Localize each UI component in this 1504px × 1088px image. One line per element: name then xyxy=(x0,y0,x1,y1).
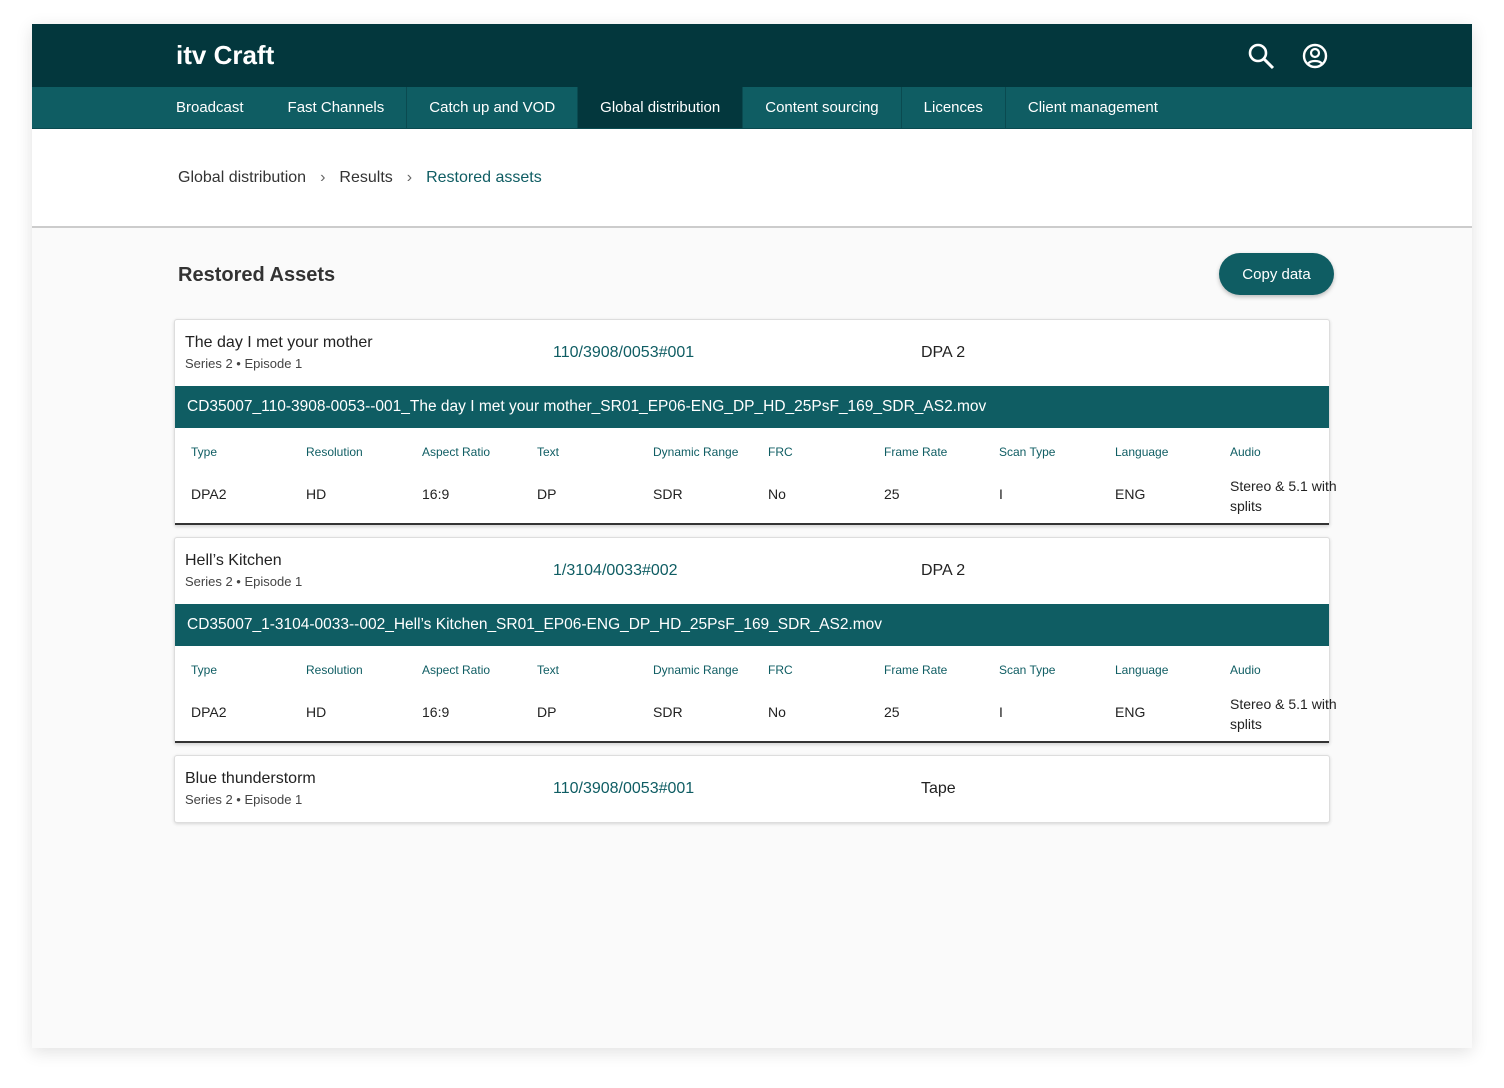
detail-label: Language xyxy=(1115,663,1169,677)
detail-value: No xyxy=(768,486,786,502)
main-nav: Broadcast Fast Channels Catch up and VOD… xyxy=(32,87,1472,129)
detail-value: I xyxy=(999,704,1003,720)
detail-label: Dynamic Range xyxy=(653,445,739,459)
detail-label: Scan Type xyxy=(999,445,1056,459)
detail-label: Type xyxy=(191,663,218,677)
itv-craft-logo[interactable]: itv Craft xyxy=(176,40,274,71)
asset-series-episode: Series 2 • Episode 1 xyxy=(185,356,303,371)
detail-value: 16:9 xyxy=(422,704,450,720)
detail-label: Audio xyxy=(1230,445,1261,459)
asset-format: DPA 2 xyxy=(921,562,966,579)
asset-title: Hell’s Kitchen xyxy=(185,552,282,569)
asset-card: Blue thunderstorm Series 2 • Episode 1 1… xyxy=(174,755,1330,823)
asset-summary[interactable]: Hell’s Kitchen Series 2 • Episode 1 1/31… xyxy=(175,538,1329,604)
nav-licences[interactable]: Licences xyxy=(902,87,1006,128)
app-frame: itv Craft Broadcast Fast Channels Catch … xyxy=(32,24,1472,1048)
nav-content-sourcing[interactable]: Content sourcing xyxy=(743,87,902,128)
detail-value: ENG xyxy=(1115,486,1146,502)
asset-reference[interactable]: 110/3908/0053#001 xyxy=(553,344,694,362)
asset-details: Type DPA2 Resolution HD Aspect Ratio 16:9 Text… xyxy=(175,646,1337,743)
detail-label: FRC xyxy=(768,445,793,459)
asset-summary[interactable]: Blue thunderstorm Series 2 • Episode 1 1… xyxy=(175,756,1329,822)
detail-label: Scan Type xyxy=(999,663,1056,677)
nav-client-management[interactable]: Client management xyxy=(1006,87,1180,128)
asset-format: Tape xyxy=(921,780,956,797)
detail-value: SDR xyxy=(653,704,683,720)
detail-value: DPA2 xyxy=(191,486,227,502)
breadcrumb-global-distribution[interactable]: Global distribution xyxy=(178,169,306,187)
nav-catch-up-vod[interactable]: Catch up and VOD xyxy=(407,87,579,128)
detail-label: Frame Rate xyxy=(884,445,948,459)
asset-title: Blue thunderstorm xyxy=(185,770,316,787)
breadcrumb: Global distribution › Results › Restored… xyxy=(32,129,1472,228)
asset-summary[interactable]: The day I met your mother Series 2 • Epi… xyxy=(175,320,1329,386)
detail-label: Dynamic Range xyxy=(653,663,739,677)
detail-label: Frame Rate xyxy=(884,663,948,677)
detail-label: Text xyxy=(537,663,560,677)
nav-fast-channels[interactable]: Fast Channels xyxy=(266,87,408,128)
search-icon[interactable] xyxy=(1247,42,1275,70)
detail-value: SDR xyxy=(653,486,683,502)
detail-value: ENG xyxy=(1115,704,1146,720)
detail-value: HD xyxy=(306,486,327,502)
detail-label: Aspect Ratio xyxy=(422,663,491,677)
chevron-right-icon: › xyxy=(406,168,413,186)
asset-reference[interactable]: 1/3104/0033#002 xyxy=(553,562,678,580)
top-bar: itv Craft xyxy=(32,24,1472,87)
account-icon[interactable] xyxy=(1301,42,1329,70)
breadcrumb-current: Restored assets xyxy=(426,168,542,186)
detail-value: HD xyxy=(306,704,327,720)
asset-card: Hell’s Kitchen Series 2 • Episode 1 1/31… xyxy=(174,537,1337,744)
asset-card: The day I met your mother Series 2 • Epi… xyxy=(174,319,1337,526)
detail-value: I xyxy=(999,486,1003,502)
detail-label: Text xyxy=(537,445,560,459)
detail-label: Language xyxy=(1115,445,1169,459)
asset-title: The day I met your mother xyxy=(185,334,373,351)
detail-label: Aspect Ratio xyxy=(422,445,491,459)
nav-broadcast[interactable]: Broadcast xyxy=(154,87,266,128)
breadcrumb-results[interactable]: Results xyxy=(339,169,392,187)
nav-global-distribution[interactable]: Global distribution xyxy=(578,87,744,128)
detail-value: 25 xyxy=(884,486,900,502)
detail-label: Audio xyxy=(1230,663,1261,677)
asset-series-episode: Series 2 • Episode 1 xyxy=(185,574,303,589)
detail-value: 25 xyxy=(884,704,900,720)
detail-label: FRC xyxy=(768,663,793,677)
detail-label: Type xyxy=(191,445,218,459)
asset-filename: CD35007_1-3104-0033--002_Hell’s Kitchen_… xyxy=(175,604,1329,646)
asset-details: Type DPA2 Resolution HD Aspect Ratio 16:9 Text… xyxy=(175,428,1337,525)
detail-value: DP xyxy=(537,486,557,502)
asset-format: DPA 2 xyxy=(921,344,966,361)
detail-value: Stereo & 5.1 with splits xyxy=(1230,478,1337,514)
page-title: Restored Assets xyxy=(178,264,336,286)
asset-series-episode: Series 2 • Episode 1 xyxy=(185,792,303,807)
detail-label: Resolution xyxy=(306,445,363,459)
chevron-right-icon: › xyxy=(320,168,326,186)
detail-value: DPA2 xyxy=(191,704,227,720)
asset-reference[interactable]: 110/3908/0053#001 xyxy=(553,780,694,798)
asset-filename: CD35007_110-3908-0053--001_The day I met… xyxy=(175,386,1329,428)
detail-value: 16:9 xyxy=(422,486,450,502)
copy-data-button[interactable]: Copy data xyxy=(1219,253,1334,295)
detail-label: Resolution xyxy=(306,663,363,677)
detail-value: Stereo & 5.1 with splits xyxy=(1230,696,1337,732)
detail-value: No xyxy=(768,704,786,720)
detail-value: DP xyxy=(537,704,557,720)
